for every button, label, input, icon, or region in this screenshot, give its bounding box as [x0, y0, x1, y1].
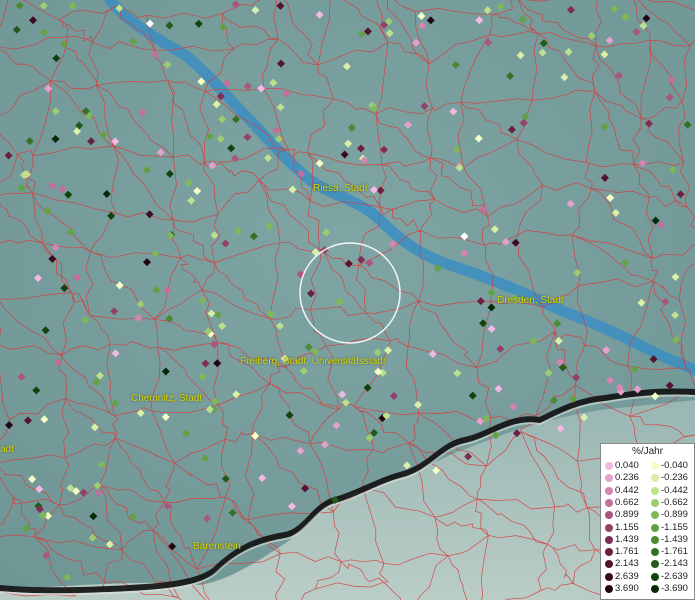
legend-swatch-positive: [605, 498, 613, 507]
place-label-dresden: Dresden, Stadt: [497, 295, 564, 306]
legend-value-positive: 2.639: [615, 570, 639, 582]
legend-value-positive: 0.899: [615, 509, 639, 521]
legend-swatch-negative: [651, 572, 659, 581]
place-label-riesa: Riesa, Stadt: [313, 183, 368, 194]
legend-swatch-negative: [651, 560, 659, 569]
legend-value-negative: -0.442: [661, 484, 688, 496]
legend-row: 2.143 -2.143: [601, 558, 694, 570]
legend-value-positive: 0.040: [615, 460, 639, 471]
legend-row: 0.662 -0.662: [601, 497, 694, 509]
legend-value-positive: 0.236: [615, 472, 639, 484]
place-label-partial-west: adt: [0, 444, 14, 455]
legend-swatch-positive: [605, 535, 613, 544]
legend-value-negative: -0.236: [661, 472, 688, 484]
legend-value-positive: 2.143: [615, 558, 639, 570]
legend-value-negative: -3.690: [661, 583, 688, 594]
legend-swatch-positive: [605, 548, 613, 557]
legend-value-positive: 1.439: [615, 533, 639, 545]
legend-swatch-positive: [605, 585, 613, 593]
legend-value-negative: -0.899: [661, 509, 688, 521]
place-label-freiberg: Freiberg, Stadt, Universitätsstadt: [240, 356, 386, 367]
legend-swatch-negative: [651, 474, 659, 483]
legend-swatch-negative: [651, 523, 659, 532]
legend-value-negative: -0.662: [661, 496, 688, 508]
legend-row: 0.236 -0.236: [601, 472, 694, 484]
legend-swatch-positive: [605, 486, 613, 495]
legend-swatch-positive: [605, 523, 613, 532]
legend-row: 1.439 -1.439: [601, 534, 694, 546]
legend-row: 0.040 -0.040: [601, 460, 694, 472]
legend-swatch-negative: [651, 462, 659, 470]
legend-swatch-negative: [651, 511, 659, 520]
legend-value-positive: 3.690: [615, 583, 639, 594]
legend-swatch-negative: [651, 548, 659, 557]
legend-value-positive: 1.155: [615, 521, 639, 533]
legend-swatch-negative: [651, 535, 659, 544]
place-label-baerenstein: Bärenstein: [193, 541, 241, 552]
legend-value-positive: 0.442: [615, 484, 639, 496]
legend-title: %/Jahr: [631, 446, 664, 457]
legend-value-negative: -0.040: [661, 460, 688, 471]
legend-value-negative: -2.143: [661, 558, 688, 570]
legend-swatch-negative: [651, 585, 659, 593]
legend-swatch-positive: [605, 462, 613, 470]
legend-swatch-negative: [651, 498, 659, 507]
place-label-chemnitz: Chemnitz, Stadt: [131, 393, 203, 404]
legend-row: 0.899 -0.899: [601, 509, 694, 521]
legend-value-negative: -1.761: [661, 546, 688, 558]
legend-swatch-positive: [605, 474, 613, 483]
legend-row: 1.761 -1.761: [601, 546, 694, 558]
legend-row: 2.639 -2.639: [601, 571, 694, 583]
legend-swatch-positive: [605, 511, 613, 520]
legend-row: 1.155 -1.155: [601, 522, 694, 534]
legend-swatch-positive: [605, 572, 613, 581]
legend-value-negative: -1.439: [661, 533, 688, 545]
legend-value-positive: 0.662: [615, 496, 639, 508]
legend-swatch-positive: [605, 560, 613, 569]
legend-panel: %/Jahr 0.040 -0.040 0.236 -0.236 0.442 -0.442…: [600, 443, 695, 600]
map-canvas[interactable]: [0, 0, 695, 600]
legend-row: 0.442 -0.442: [601, 485, 694, 497]
legend-value-negative: -1.155: [661, 521, 688, 533]
legend-row: 3.690 -3.690: [601, 583, 694, 595]
legend-value-negative: -2.639: [661, 570, 688, 582]
legend-value-positive: 1.761: [615, 546, 639, 558]
legend-swatch-negative: [651, 486, 659, 495]
